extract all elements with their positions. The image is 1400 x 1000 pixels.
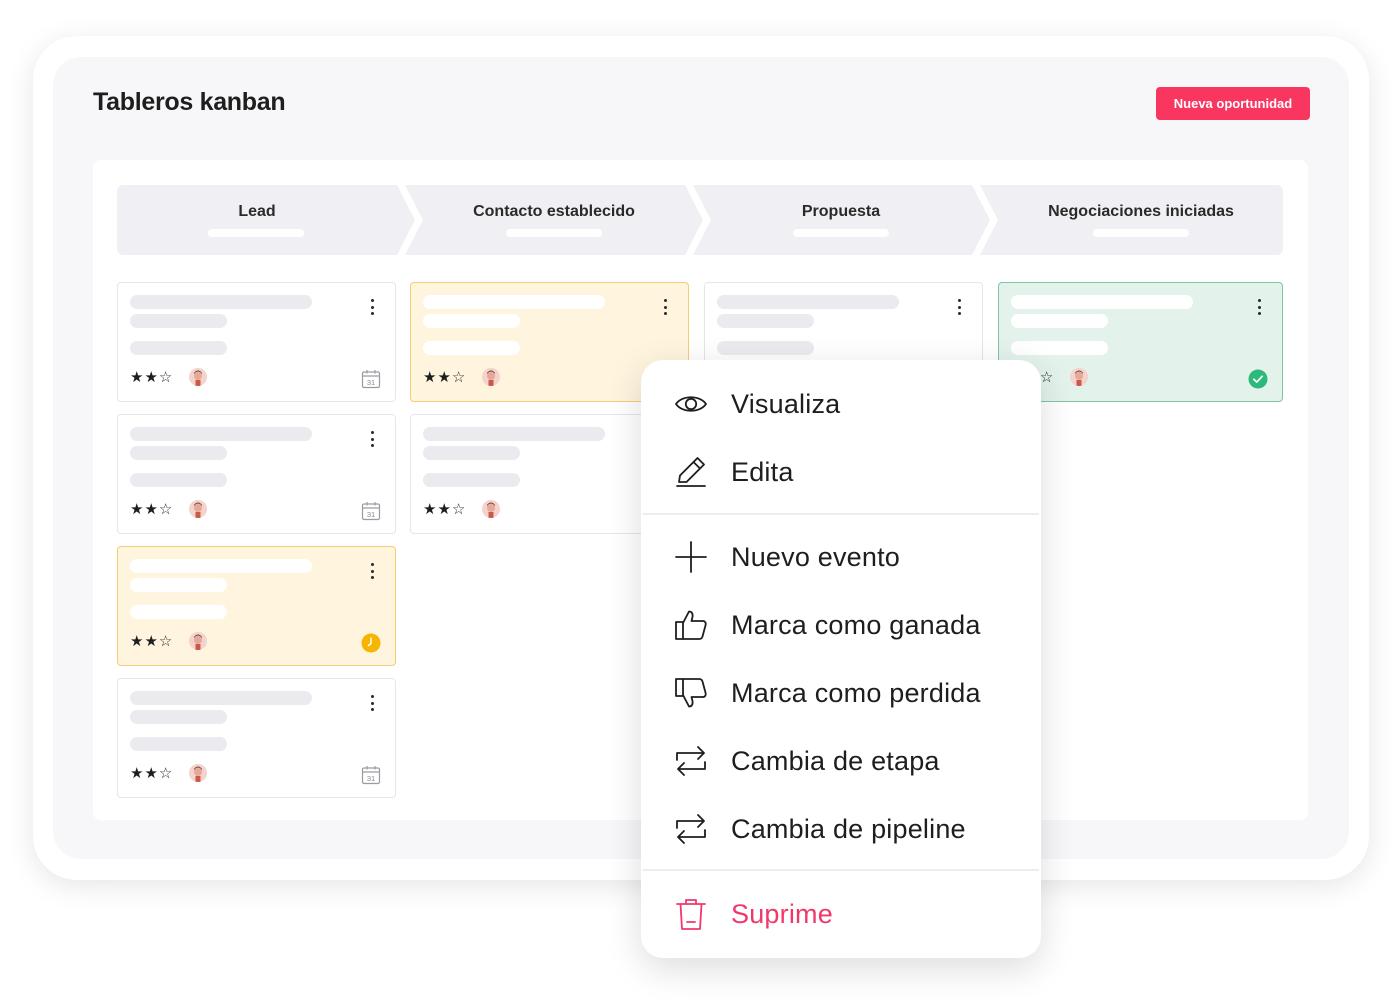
deal-card[interactable]: ★★☆ xyxy=(117,546,396,666)
menu-divider xyxy=(643,869,1039,871)
rating-stars[interactable]: ★★☆ xyxy=(130,633,173,649)
skeleton-line xyxy=(130,605,227,619)
swap-arrows-icon xyxy=(676,814,706,844)
thumbs-down-icon xyxy=(675,678,707,708)
menu-item-label: Marca como perdida xyxy=(731,678,981,708)
skeleton-line xyxy=(423,473,520,487)
menu-item-label: Marca como ganada xyxy=(731,610,981,640)
skeleton-line xyxy=(130,578,227,592)
skeleton-line xyxy=(423,314,520,328)
skeleton-line xyxy=(130,314,227,328)
more-options-icon[interactable] xyxy=(956,299,962,315)
skeleton-line xyxy=(423,446,520,460)
skeleton-line xyxy=(717,295,899,309)
page-title: Tableros kanban xyxy=(93,88,286,116)
skeleton-line xyxy=(130,559,312,573)
menu-item-marca-ganada[interactable]: Marca como ganada xyxy=(641,595,1041,655)
skeleton-line xyxy=(423,341,520,355)
more-options-icon[interactable] xyxy=(369,431,375,447)
deal-card[interactable]: ★★☆ 31 xyxy=(117,414,396,534)
skeleton-line xyxy=(1011,314,1108,328)
calendar-day: 31 xyxy=(367,378,375,387)
calendar-day: 31 xyxy=(367,510,375,519)
stage-label-negociaciones: Negociaciones iniciadas xyxy=(1048,203,1234,220)
pipeline-stages: Lead Contacto establecido Propuesta Nego… xyxy=(117,185,1283,255)
stage-value-placeholder xyxy=(1093,229,1189,237)
menu-item-label: Cambia de pipeline xyxy=(731,814,966,844)
stage-value-placeholder xyxy=(208,229,304,237)
skeleton-line xyxy=(1011,295,1193,309)
skeleton-line xyxy=(130,427,312,441)
rating-stars[interactable]: ★★☆ xyxy=(130,369,173,385)
stage-value-placeholder xyxy=(506,229,602,237)
stage-label-lead: Lead xyxy=(238,203,276,220)
avatar xyxy=(482,368,500,386)
thumbs-up-icon xyxy=(675,610,707,640)
calendar-icon[interactable]: 31 xyxy=(361,501,381,521)
rating-stars[interactable]: ★★☆ xyxy=(423,501,466,517)
rating-stars[interactable]: ★★☆ xyxy=(130,501,173,517)
more-options-icon[interactable] xyxy=(1256,299,1262,315)
menu-item-label: Suprime xyxy=(731,899,833,929)
check-circle-icon xyxy=(1248,369,1268,389)
avatar xyxy=(189,500,207,518)
avatar xyxy=(189,764,207,782)
calendar-icon[interactable]: 31 xyxy=(361,765,381,785)
menu-item-marca-perdida[interactable]: Marca como perdida xyxy=(641,663,1041,723)
stage-label-contacto: Contacto establecido xyxy=(473,203,635,220)
clock-icon xyxy=(361,633,381,653)
calendar-icon[interactable]: 31 xyxy=(361,369,381,389)
menu-item-label: Cambia de etapa xyxy=(731,746,940,776)
more-options-icon[interactable] xyxy=(369,299,375,315)
menu-item-label: Nuevo evento xyxy=(731,542,901,572)
menu-item-nuevo-evento[interactable]: Nuevo evento xyxy=(641,527,1041,587)
eye-icon xyxy=(675,396,707,412)
skeleton-line xyxy=(423,427,605,441)
menu-item-suprime[interactable]: Suprime xyxy=(641,884,1041,944)
more-options-icon[interactable] xyxy=(369,695,375,711)
trash-icon xyxy=(676,899,706,930)
deal-card[interactable]: ★★☆ 31 xyxy=(117,282,396,402)
more-options-icon[interactable] xyxy=(369,563,375,579)
stage-value-placeholder xyxy=(793,229,889,237)
stage-label-propuesta: Propuesta xyxy=(801,203,881,220)
rating-stars[interactable]: ★★☆ xyxy=(423,369,466,385)
skeleton-line xyxy=(130,737,227,751)
menu-item-label: Edita xyxy=(731,457,794,487)
deal-card[interactable]: ★★☆ 31 xyxy=(117,678,396,798)
avatar xyxy=(1070,368,1088,386)
swap-arrows-icon xyxy=(676,746,706,776)
menu-item-edita[interactable]: Edita xyxy=(641,442,1041,502)
calendar-day: 31 xyxy=(367,774,375,783)
new-opportunity-button[interactable]: Nueva oportunidad xyxy=(1156,87,1310,120)
menu-divider xyxy=(643,513,1039,515)
menu-item-cambia-etapa[interactable]: Cambia de etapa xyxy=(641,731,1041,791)
skeleton-line xyxy=(130,341,227,355)
skeleton-line xyxy=(130,710,227,724)
plus-icon xyxy=(675,541,707,573)
menu-item-label: Visualiza xyxy=(731,389,841,419)
rating-stars[interactable]: ★★☆ xyxy=(130,765,173,781)
skeleton-line xyxy=(717,314,814,328)
avatar xyxy=(189,368,207,386)
skeleton-line xyxy=(1011,341,1108,355)
pencil-icon xyxy=(676,457,706,487)
deal-context-menu: Visualiza Edita Nuevo evento Marca como … xyxy=(641,360,1041,958)
skeleton-line xyxy=(130,473,227,487)
skeleton-line xyxy=(130,446,227,460)
avatar xyxy=(189,632,207,650)
skeleton-line xyxy=(717,341,814,355)
avatar xyxy=(482,500,500,518)
skeleton-line xyxy=(130,691,312,705)
skeleton-line xyxy=(423,295,605,309)
skeleton-line xyxy=(130,295,312,309)
menu-item-visualiza[interactable]: Visualiza xyxy=(641,374,1041,434)
menu-item-cambia-pipeline[interactable]: Cambia de pipeline xyxy=(641,799,1041,859)
more-options-icon[interactable] xyxy=(662,299,668,315)
